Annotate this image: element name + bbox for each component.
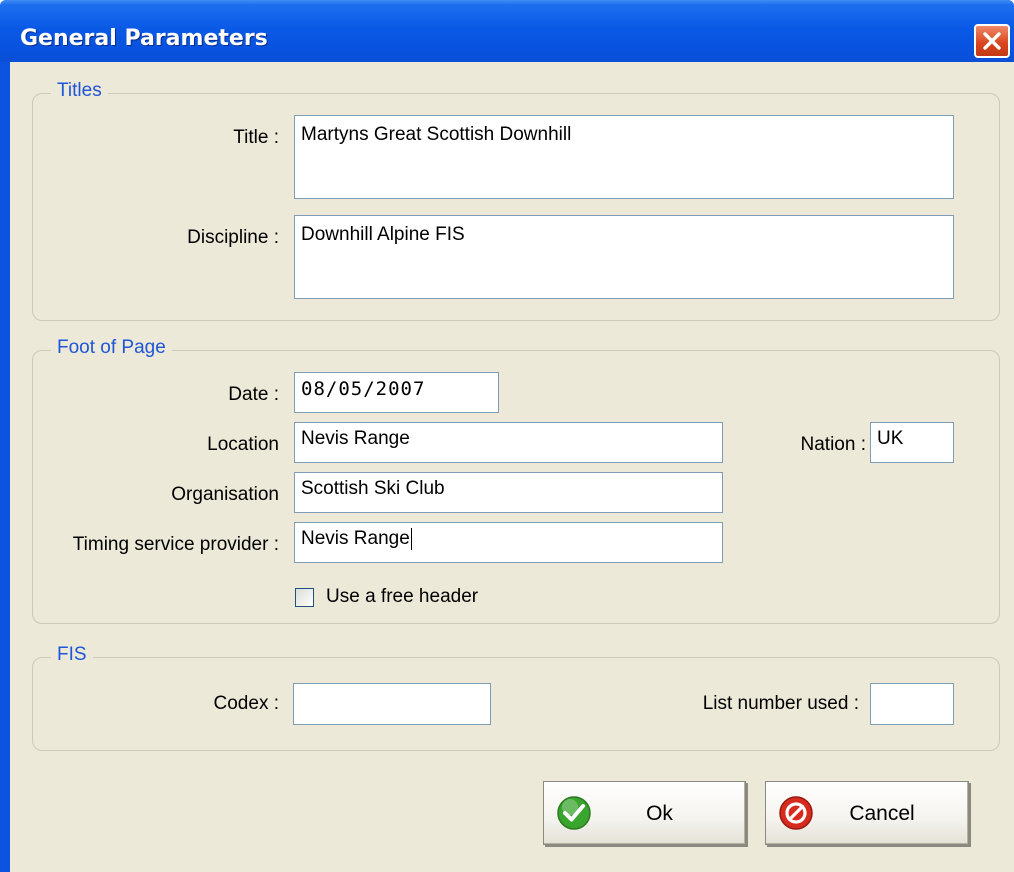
codex-input[interactable]: [293, 683, 491, 725]
foot-of-page-legend: Foot of Page: [51, 337, 172, 359]
ok-label: Ok: [646, 802, 673, 825]
nation-input[interactable]: UK: [870, 422, 954, 463]
dialog-client-area: Titles Title : Martyns Great Scottish Do…: [10, 62, 1014, 872]
discipline-label: Discipline :: [187, 227, 279, 248]
dialog-window: General Parameters Titles Title : Martyn…: [0, 0, 1014, 872]
titles-legend: Titles: [51, 80, 108, 102]
timing-service-label: Timing service provider :: [72, 534, 279, 555]
date-input[interactable]: 08/05/2007: [294, 372, 499, 413]
location-input[interactable]: Nevis Range: [294, 422, 723, 463]
codex-label: Codex :: [213, 693, 279, 714]
ok-button[interactable]: Ok: [543, 781, 746, 845]
timing-service-input[interactable]: Nevis Range: [294, 522, 723, 563]
title-bar[interactable]: General Parameters: [0, 0, 1014, 62]
fis-legend: FIS: [51, 644, 93, 666]
nation-label: Nation :: [800, 434, 866, 455]
free-header-checkbox[interactable]: [295, 588, 314, 607]
organisation-input[interactable]: Scottish Ski Club: [294, 472, 723, 513]
cancel-button[interactable]: Cancel: [765, 781, 969, 845]
list-number-label: List number used :: [702, 693, 859, 714]
discipline-input[interactable]: Downhill Alpine FIS: [294, 215, 954, 299]
cancel-label: Cancel: [849, 802, 915, 825]
location-label: Location: [207, 434, 279, 455]
title-input[interactable]: Martyns Great Scottish Downhill: [294, 115, 954, 199]
date-label: Date :: [228, 384, 279, 405]
title-label: Title :: [233, 127, 279, 148]
window-title: General Parameters: [20, 26, 268, 51]
timing-service-value: Nevis Range: [301, 528, 410, 550]
organisation-label: Organisation: [171, 484, 279, 505]
close-button[interactable]: [974, 24, 1010, 58]
text-caret: [410, 528, 412, 550]
free-header-label[interactable]: Use a free header: [326, 586, 478, 608]
list-number-input[interactable]: [870, 683, 954, 725]
close-icon: [983, 32, 1001, 50]
